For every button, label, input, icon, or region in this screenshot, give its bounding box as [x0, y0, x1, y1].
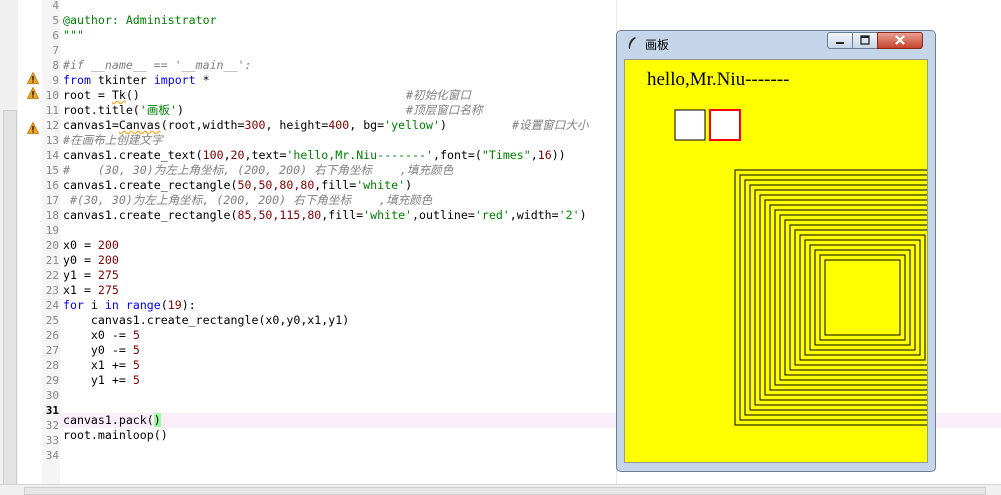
canvas[interactable]: hello,Mr.Niu-------: [624, 59, 928, 463]
line-number: 16: [45, 179, 59, 192]
line-number: 15: [45, 164, 59, 177]
line-number: 28: [45, 359, 59, 372]
warning-icon[interactable]: [27, 87, 39, 99]
nested-rectangle: [784, 219, 927, 376]
line-number: 8: [52, 59, 59, 72]
line-number: 14: [45, 149, 59, 162]
maximize-button[interactable]: [852, 32, 878, 49]
window-title: 画板: [645, 38, 670, 52]
line-number: 7: [52, 44, 59, 57]
red-outline-rectangle: [709, 109, 741, 141]
window-titlebar[interactable]: 画板: [617, 31, 935, 55]
line-number: 31: [45, 404, 59, 417]
line-number: 30: [45, 389, 59, 402]
line-number: 24: [45, 299, 59, 312]
code-line: y1 = 275: [63, 268, 119, 282]
vertical-scrollbar[interactable]: [0, 0, 19, 494]
code-line: # (30, 30)为左上角坐标, (200, 200) 右下角坐标 ,填充颜色: [63, 163, 454, 177]
line-number-gutter: 4 5 6 7 8 9 10 11 12 13 14 15 16 17 18 19 20 21 22 23 24 25 26…: [42, 0, 60, 494]
nested-rectangle: [739, 174, 927, 421]
code-line: root.title('画板'): [63, 103, 184, 117]
code-line: canvas1.create_rectangle(85,50,115,80,fi…: [63, 208, 587, 222]
code-line: """: [63, 28, 84, 42]
line-number: 20: [45, 239, 59, 252]
line-number: 23: [45, 284, 59, 297]
code-line: canvas1=Canvas(root,width=300, height=40…: [63, 118, 447, 132]
code-line: y0 -= 5: [63, 343, 140, 357]
code-line: #(30, 30)为左上角坐标, (200, 200) 右下角坐标 ,填充颜色: [63, 193, 433, 207]
code-line: canvas1.create_rectangle(x0,y0,x1,y1): [63, 313, 350, 327]
code-line: canvas1.create_text(100,20,text='hello,M…: [63, 148, 566, 162]
horizontal-scrollbar[interactable]: [0, 484, 1001, 495]
line-number: 29: [45, 374, 59, 387]
code-line: root.mainloop(): [63, 428, 168, 442]
line-number: 5: [52, 14, 59, 27]
code-line: x0 -= 5: [63, 328, 140, 342]
nested-rectangle: [809, 244, 916, 351]
canvas-drawing: [674, 109, 927, 426]
nested-rectangle: [764, 199, 927, 396]
line-number: 33: [45, 434, 59, 447]
scrollbar-thumb[interactable]: [3, 110, 17, 492]
line-number: 27: [45, 344, 59, 357]
nested-rectangle: [769, 204, 927, 391]
close-button[interactable]: [877, 32, 923, 49]
minimize-button[interactable]: [827, 32, 853, 49]
code-line: #在画布上创建文字: [63, 133, 163, 147]
white-rectangle: [674, 109, 706, 141]
code-line: x1 += 5: [63, 358, 140, 372]
code-comment: #设置窗口大小: [512, 118, 589, 132]
line-number: 22: [45, 269, 59, 282]
code-line: #if __name__ == '__main__':: [63, 58, 252, 72]
nested-rectangle: [754, 189, 927, 406]
warning-icon[interactable]: [27, 122, 39, 134]
line-number: 9: [52, 74, 59, 87]
warning-icon[interactable]: [27, 72, 39, 84]
close-icon: [895, 35, 905, 45]
code-line: @author: Administrator: [63, 13, 217, 27]
code-line: x1 = 275: [63, 283, 119, 297]
nested-rectangle: [734, 169, 927, 426]
line-number: 26: [45, 329, 59, 342]
code-line: root = Tk(): [63, 88, 140, 102]
line-number: 18: [45, 209, 59, 222]
nested-rectangle: [824, 259, 901, 336]
code-line: x0 = 200: [63, 238, 119, 252]
line-number: 6: [52, 29, 59, 42]
code-line: canvas1.pack(): [63, 413, 161, 427]
line-number: 11: [45, 104, 59, 117]
line-number: 4: [52, 0, 59, 12]
line-number: 19: [45, 224, 59, 237]
marker-column: [18, 0, 42, 494]
line-number: 32: [45, 419, 59, 432]
code-line: for i in range(19):: [63, 298, 196, 312]
line-number: 21: [45, 254, 59, 267]
nested-rectangle: [799, 234, 926, 361]
nested-rectangle: [774, 209, 927, 386]
code-line: y1 += 5: [63, 373, 140, 387]
line-number: 34: [45, 449, 59, 462]
line-number: 12: [45, 119, 59, 132]
tk-window[interactable]: 画板 hello,Mr.Niu-------: [616, 30, 936, 472]
code-line: canvas1.create_rectangle(50,50,80,80,fil…: [63, 178, 413, 192]
code-comment: #初始化窗口: [406, 88, 471, 102]
line-number: 10: [45, 89, 59, 102]
nested-rectangle: [819, 254, 906, 341]
line-number: 17: [45, 194, 59, 207]
nested-rectangles: [734, 169, 927, 426]
nested-rectangle: [789, 224, 927, 371]
feather-icon: [628, 37, 636, 49]
maximize-icon: [860, 35, 870, 45]
code-line: from tkinter import *: [63, 73, 210, 87]
code-comment: #顶层窗口名称: [406, 103, 483, 117]
nested-rectangle: [814, 249, 911, 346]
line-number: 13: [45, 134, 59, 147]
nested-rectangle: [804, 239, 921, 356]
minimize-icon: [836, 42, 844, 44]
line-number: 25: [45, 314, 59, 327]
code-line: y0 = 200: [63, 253, 119, 267]
